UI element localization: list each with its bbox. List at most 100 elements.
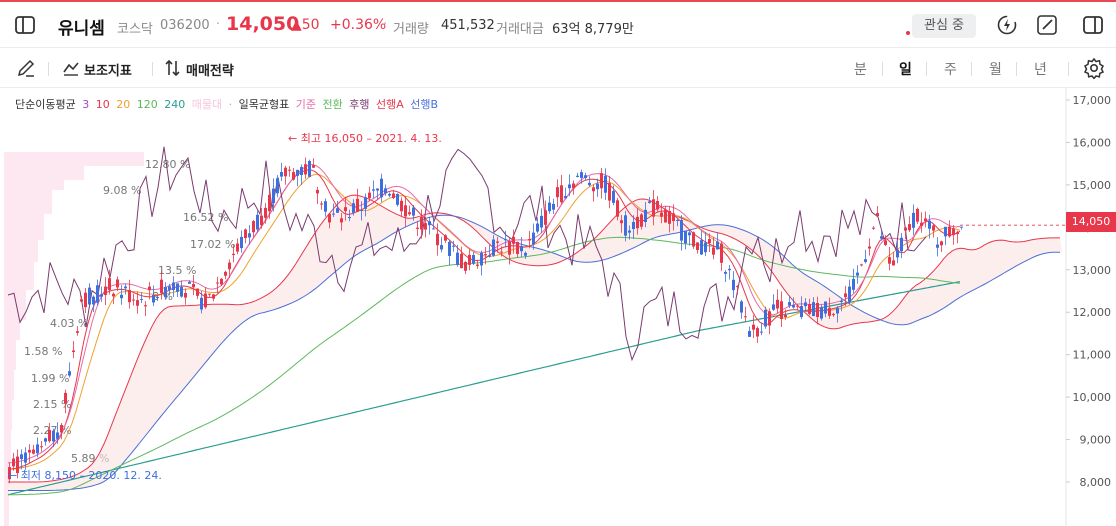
sidebar-toggle-icon[interactable] [14, 14, 36, 36]
candle-body [352, 203, 355, 213]
ichimoku-leadB-legend: 선행B [410, 98, 439, 111]
stock-header: 유니셈 코스닥 036200 · 14,050 ▲50 +0.36% · 거래량… [0, 0, 1116, 48]
volume-profile-legend: 매물대 [191, 98, 223, 111]
candle-body [576, 175, 579, 177]
candle-body [292, 172, 295, 180]
candle-body [792, 305, 795, 308]
period-month[interactable]: 월 [989, 59, 1002, 79]
candle-body [872, 227, 875, 229]
candle-body [136, 300, 139, 306]
high-annotation: ← 최고 16,050 – 2021. 4. 13. [288, 132, 442, 145]
legend-dot: · [228, 98, 233, 111]
period-minute[interactable]: 분 [854, 59, 867, 79]
candle-body [636, 216, 639, 229]
candle-body [844, 293, 847, 298]
candle-body [384, 188, 387, 194]
edit-icon[interactable] [1036, 14, 1058, 36]
indicator-button[interactable]: 보조지표 [84, 60, 132, 79]
candle-body [360, 210, 363, 212]
candle-body [856, 272, 859, 276]
y-tick-label: 15,000 [1073, 179, 1112, 192]
volume-profile-bar [4, 290, 26, 320]
candle-body [680, 220, 683, 241]
candle-body [468, 254, 471, 265]
candle-body [256, 214, 259, 230]
candle-body [668, 210, 671, 224]
volume-profile-label: 17.02 % [190, 238, 235, 251]
pen-icon[interactable] [16, 58, 36, 78]
period-day[interactable]: 일 [899, 59, 912, 79]
volume-label: 거래량 [393, 22, 429, 37]
candle-body [560, 185, 563, 203]
lightning-icon[interactable] [996, 14, 1018, 36]
candle-body [708, 239, 711, 244]
candle-body [184, 293, 187, 298]
volume-profile-label: 1.58 % [24, 345, 62, 358]
candle-body [348, 216, 351, 219]
candle-body [60, 424, 63, 433]
candle-body [876, 213, 879, 217]
candle-body [44, 438, 47, 442]
candle-body [204, 293, 207, 308]
ma-3-legend: 3 [82, 98, 90, 111]
candle-body [236, 243, 239, 252]
candle-body [436, 233, 439, 246]
strategy-button[interactable]: 매매전략 [186, 60, 234, 79]
candle-body [364, 197, 367, 209]
candle-body [612, 190, 615, 203]
candle-body [672, 213, 675, 222]
panel-toggle-icon[interactable] [1082, 14, 1104, 36]
candle-body [780, 301, 783, 320]
candle-body [120, 294, 123, 299]
candle-body [200, 297, 203, 310]
candle-body [24, 452, 27, 463]
candle-body [172, 282, 175, 291]
candle-body [424, 223, 427, 230]
price-chart[interactable]: 17,00016,00015,00014,00013,00012,00011,0… [0, 88, 1116, 526]
toolbar-divider [971, 62, 972, 76]
period-week[interactable]: 주 [944, 59, 957, 79]
candle-body [664, 209, 667, 223]
candle-body [788, 302, 791, 306]
candle-body [480, 252, 483, 266]
candle-body [140, 298, 143, 300]
amount-value: 63억 8,779만 [552, 22, 634, 37]
candle-body [248, 233, 251, 238]
candle-body [192, 284, 195, 288]
candle-body [264, 207, 267, 218]
price-change: ▲50 [291, 17, 320, 33]
candle-body [812, 302, 815, 317]
candle-body [160, 279, 163, 294]
candle-body [32, 449, 35, 454]
candle-body [912, 212, 915, 228]
candle-body [12, 458, 15, 467]
candle-body [548, 202, 551, 212]
y-tick-label: 9,000 [1080, 434, 1112, 447]
ma-10-legend: 10 [95, 98, 110, 111]
ichimoku-conversion-legend: 전환 [322, 98, 343, 111]
candle-body [944, 226, 947, 237]
candle-body [524, 252, 527, 256]
candle-body [816, 302, 819, 317]
volume-profile-bar [4, 262, 34, 290]
toolbar-divider [1016, 62, 1017, 76]
candle-body [108, 278, 111, 291]
candle-body [308, 161, 311, 177]
candle-body [332, 213, 335, 215]
candle-body [464, 261, 467, 271]
candle-body [228, 262, 231, 270]
ichimoku-lagging-legend: 후행 [349, 98, 370, 111]
candle-body [544, 210, 547, 225]
candle-body [344, 207, 347, 212]
candle-body [924, 218, 927, 222]
candle-body [240, 236, 243, 249]
candle-body [752, 324, 755, 330]
period-year[interactable]: 년 [1034, 59, 1047, 79]
settings-gear-icon[interactable] [1083, 57, 1105, 79]
separator-dot: · [216, 17, 221, 32]
candle-body [836, 308, 839, 314]
candle-body [864, 259, 867, 262]
watchlist-button[interactable]: 관심 중 [912, 14, 976, 38]
candle-body [532, 232, 535, 245]
candle-body [892, 260, 895, 266]
